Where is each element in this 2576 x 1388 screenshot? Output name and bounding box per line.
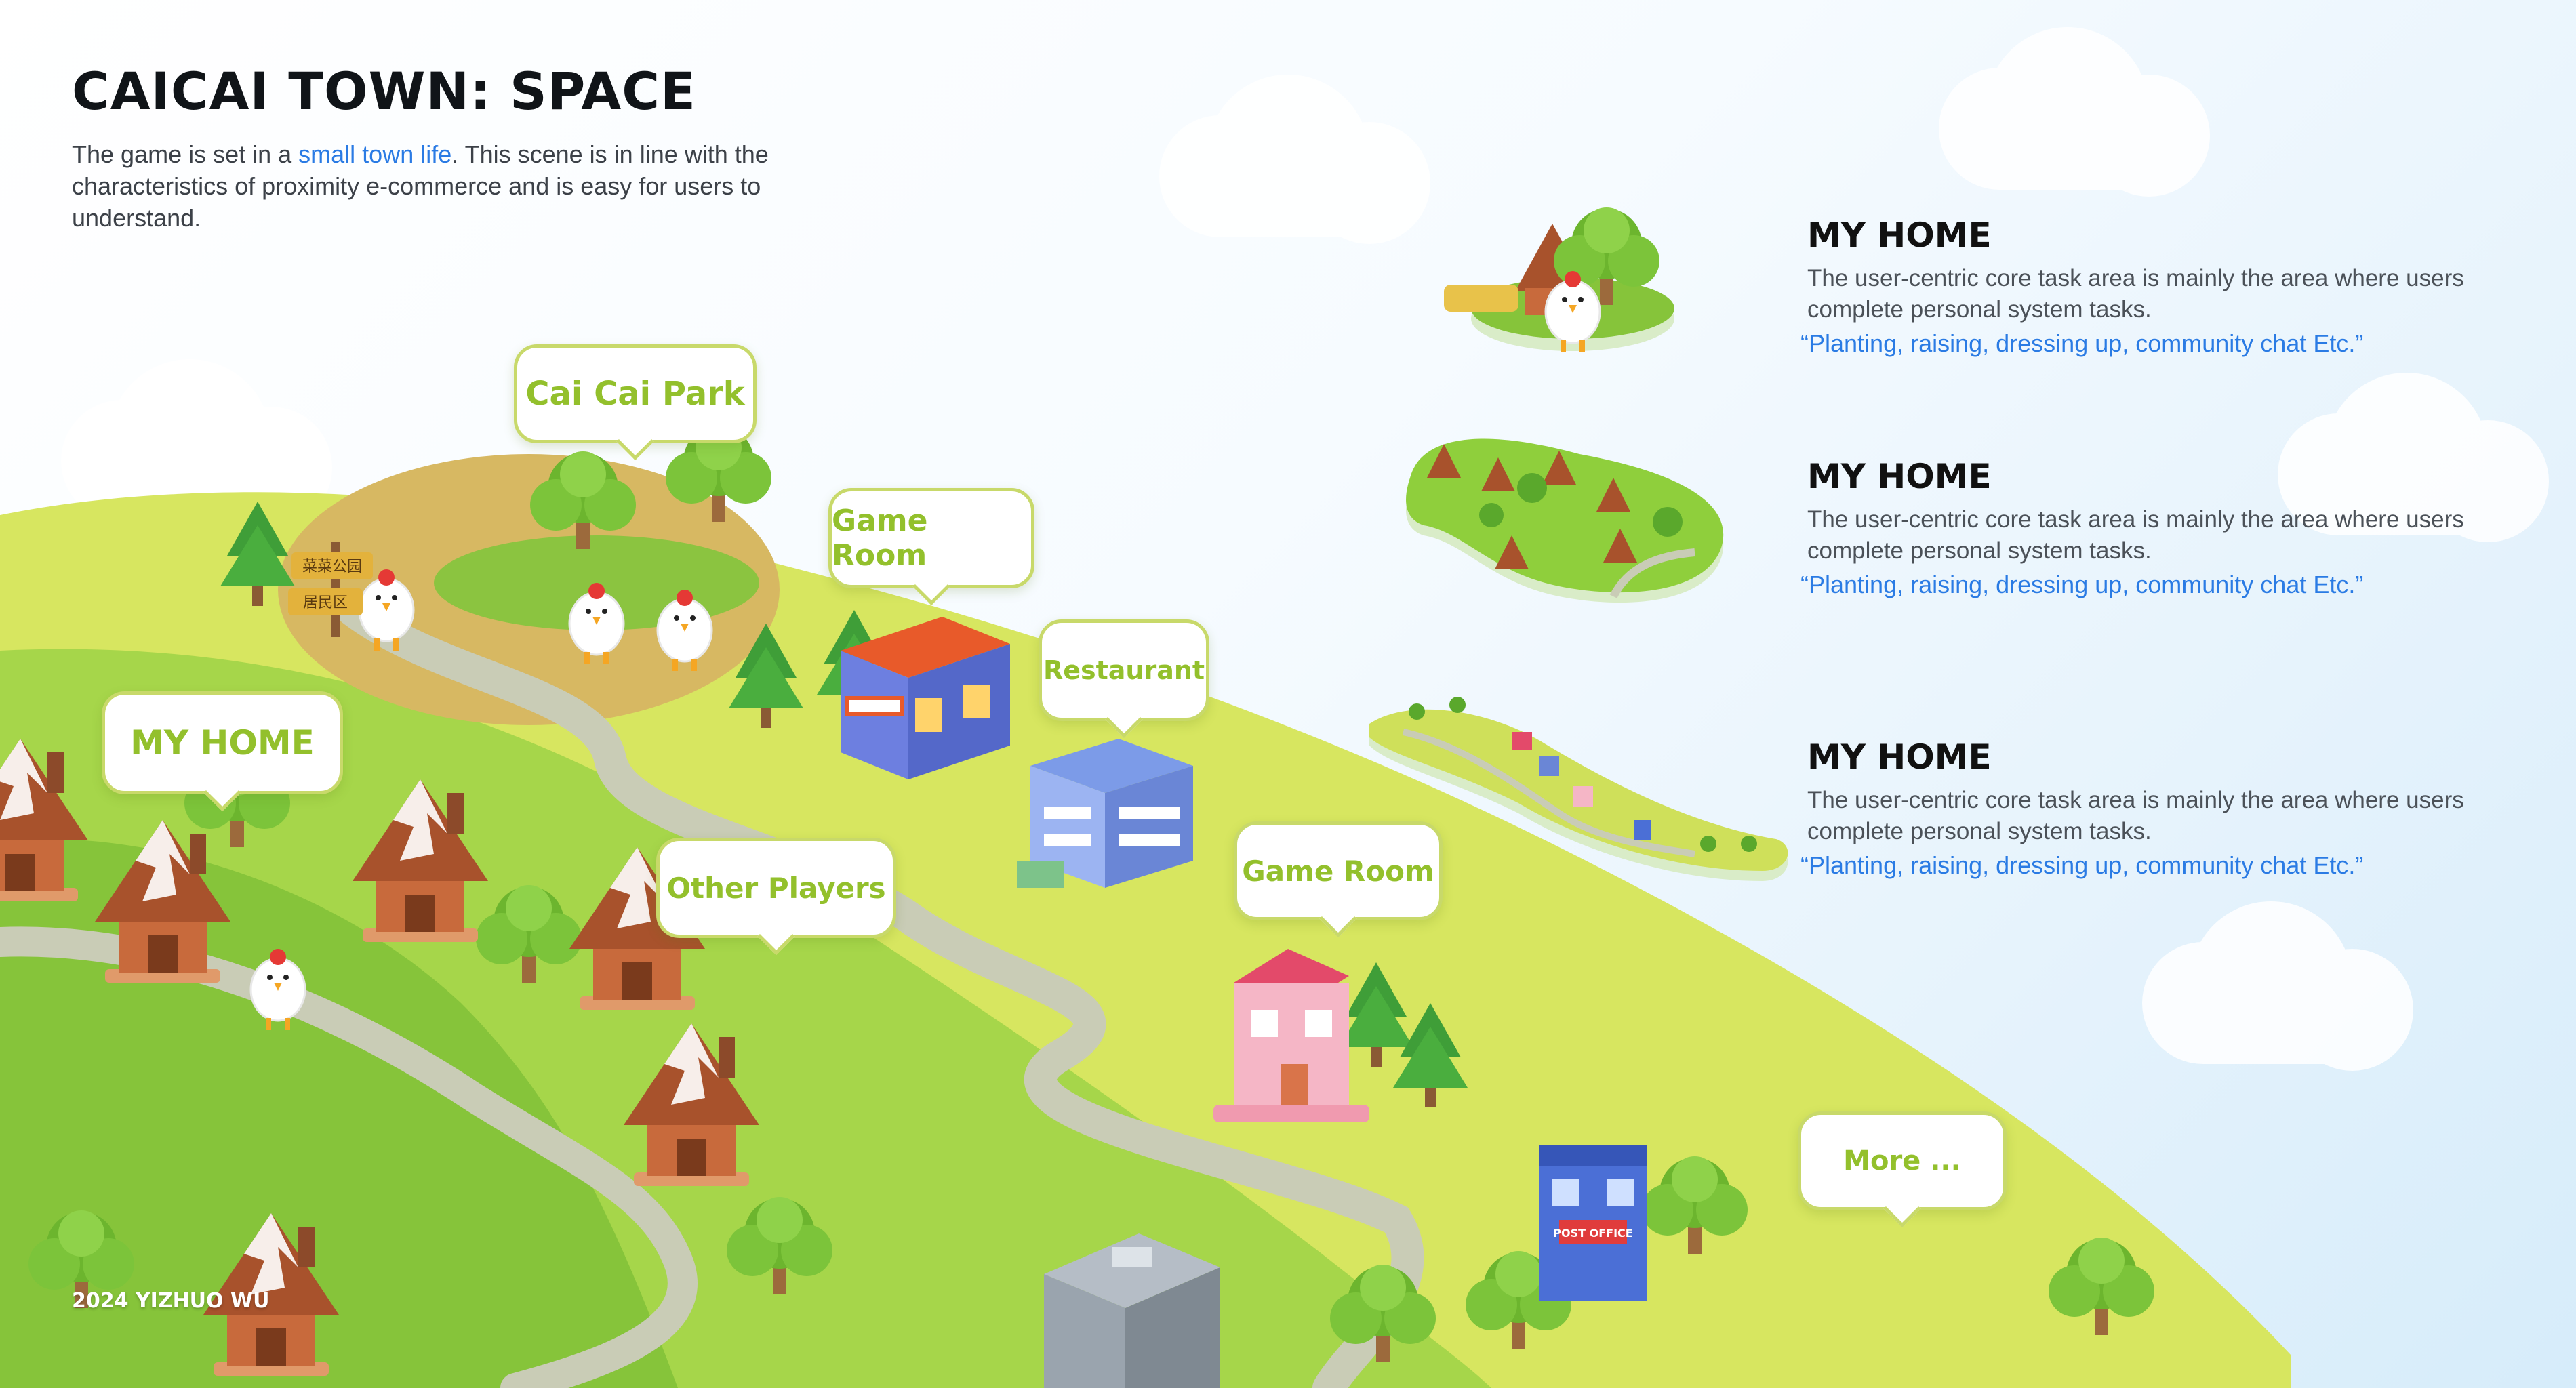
label-other-players-text: Other Players — [666, 871, 886, 905]
signpost-line-1: 菜菜公园 — [302, 558, 362, 575]
intro-highlight: small town life — [298, 140, 452, 168]
island-my-home — [1444, 207, 1674, 354]
label-my-home-text: MY HOME — [130, 723, 315, 762]
info-card-2: MY HOME The user-centric core task area … — [1800, 457, 2485, 600]
intro-text-start: The game is set in a — [72, 140, 299, 168]
label-restaurant-text: Restaurant — [1043, 655, 1205, 685]
info-card-1-description: The user-centric core task area is mainl… — [1807, 265, 2464, 323]
label-game-room-1[interactable]: Game Room — [828, 488, 1034, 588]
info-card-3-title: MY HOME — [1807, 737, 1992, 777]
label-other-players[interactable]: Other Players — [656, 838, 896, 938]
info-card-2-quote: “Planting, raising, dressing up, communi… — [1800, 571, 2364, 598]
label-my-home[interactable]: MY HOME — [102, 691, 343, 794]
info-card-1-title: MY HOME — [1807, 216, 1992, 255]
info-card-3: MY HOME The user-centric core task area … — [1800, 737, 2485, 881]
intro-text: The game is set in a small town life. Th… — [72, 138, 790, 234]
label-more-text: More ... — [1843, 1145, 1961, 1177]
label-cai-cai-park[interactable]: Cai Cai Park — [514, 344, 757, 443]
label-cai-cai-park-text: Cai Cai Park — [525, 375, 745, 413]
info-card-3-description: The user-centric core task area is mainl… — [1807, 787, 2464, 844]
label-more[interactable]: More ... — [1798, 1111, 2007, 1210]
info-card-1-quote: “Planting, raising, dressing up, communi… — [1800, 329, 2364, 357]
label-restaurant[interactable]: Restaurant — [1039, 619, 1209, 721]
label-game-room-2-text: Game Room — [1242, 854, 1434, 888]
info-card-3-quote: “Planting, raising, dressing up, communi… — [1800, 851, 2364, 879]
footer-credit: 2024 YIZHUO WU — [72, 1289, 270, 1313]
island-residential — [1406, 438, 1724, 603]
post-office-building: POST OFFICE — [1539, 1145, 1647, 1301]
post-office-sign: POST OFFICE — [1553, 1227, 1632, 1240]
page-title: CAICAI TOWN: SPACE — [72, 61, 696, 121]
info-card-2-description: The user-centric core task area is mainl… — [1807, 506, 2464, 564]
signpost-line-2: 居民区 — [303, 594, 348, 611]
label-game-room-2[interactable]: Game Room — [1234, 821, 1443, 920]
info-card-2-title: MY HOME — [1807, 457, 1992, 496]
info-card-1: MY HOME The user-centric core task area … — [1800, 216, 2485, 359]
label-game-room-1-text: Game Room — [832, 504, 928, 573]
